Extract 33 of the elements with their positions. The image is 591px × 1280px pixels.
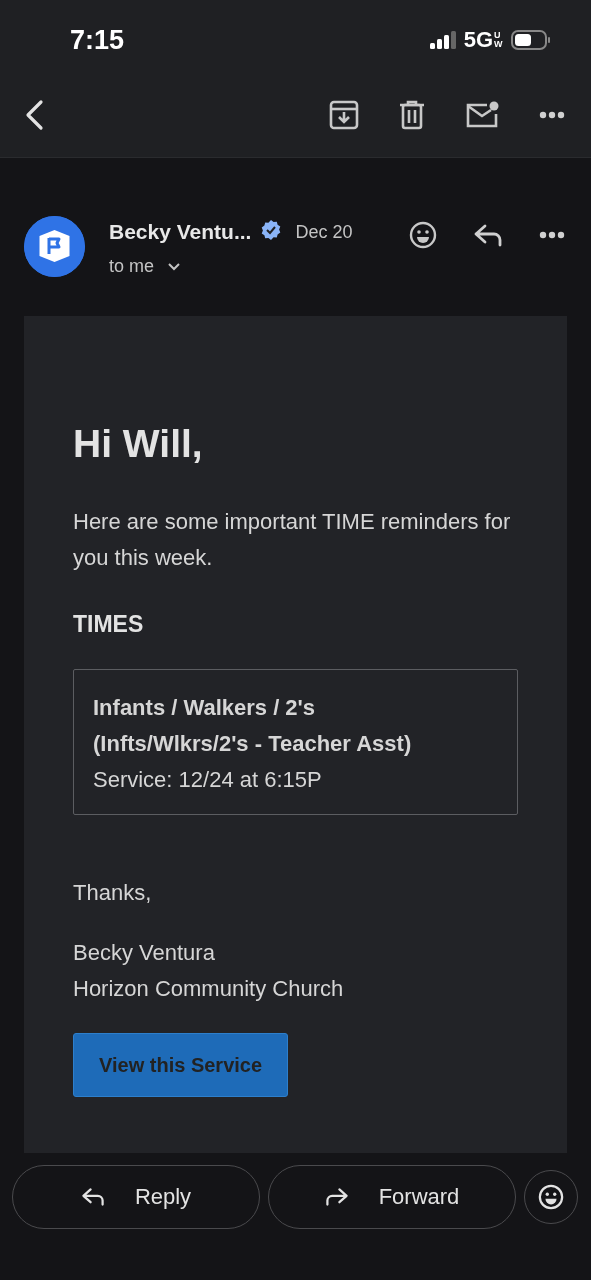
delete-icon[interactable]	[399, 100, 425, 130]
back-icon[interactable]	[24, 99, 44, 131]
signature-organization: Horizon Community Church	[73, 975, 345, 1003]
reply-icon[interactable]	[80, 1187, 105, 1207]
network-suffix: UW	[494, 31, 503, 49]
entry-role: (Infts/Wlkrs/2's - Teacher Asst)	[93, 730, 413, 758]
forward-icon[interactable]	[324, 1187, 349, 1207]
network-type: 5G	[463, 27, 493, 53]
reply-icon[interactable]	[473, 223, 503, 247]
sender-name: Becky Ventu...	[109, 220, 252, 244]
emoji-icon[interactable]	[538, 1184, 564, 1210]
emoji-icon[interactable]	[409, 221, 437, 249]
mark-unread-icon[interactable]	[465, 101, 499, 129]
section-heading: TIMES	[73, 610, 145, 639]
signature-name: Becky Ventura	[73, 939, 216, 967]
sender-avatar-icon	[24, 216, 85, 277]
forward-button[interactable]: Forward	[268, 1165, 516, 1229]
signal-icon	[429, 31, 456, 49]
reply-button[interactable]: Reply	[12, 1165, 260, 1229]
archive-icon[interactable]	[329, 100, 359, 130]
closing-text: Thanks,	[73, 879, 153, 907]
expand-icon[interactable]	[168, 262, 181, 271]
emoji-reaction-button[interactable]	[524, 1170, 578, 1224]
recipient-label: to me	[109, 256, 155, 277]
entry-service-time: Service: 12/24 at 6:15P	[93, 766, 323, 794]
battery-icon	[511, 30, 551, 50]
message-date: Dec 20	[295, 221, 353, 243]
more-icon[interactable]	[539, 111, 565, 119]
entry-title: Infants / Walkers / 2's	[93, 694, 317, 722]
status-time: 7:15	[70, 24, 126, 56]
more-icon[interactable]	[539, 231, 565, 239]
intro-text: Here are some important TIME reminders for you this week.	[73, 508, 512, 572]
greeting: Hi Will,	[73, 421, 204, 467]
